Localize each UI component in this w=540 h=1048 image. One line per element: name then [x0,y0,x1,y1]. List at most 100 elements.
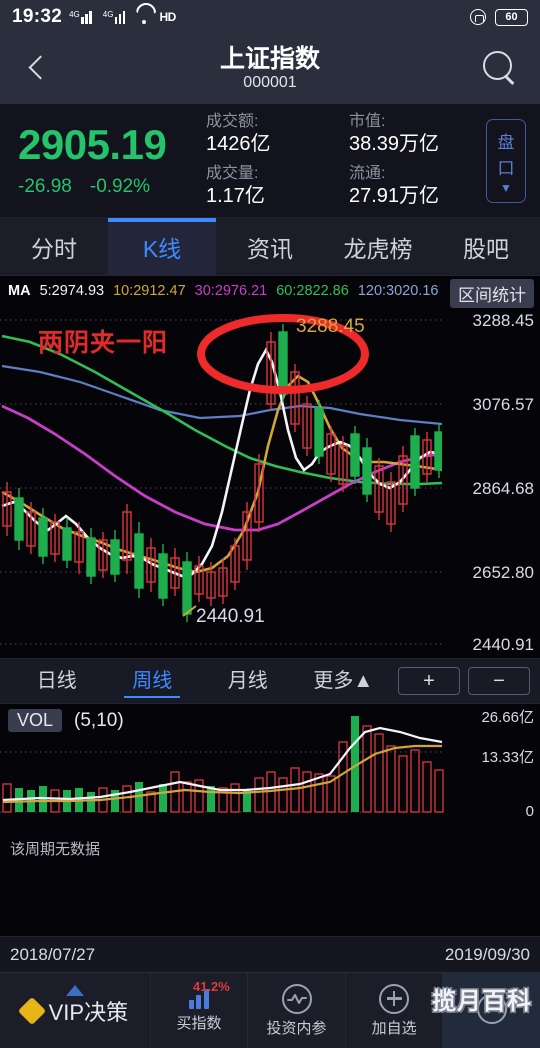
nav-add-watchlist[interactable]: 加自选 [346,973,444,1048]
status-right: 60 [470,8,528,26]
tab-zixun[interactable]: 资讯 [216,218,324,275]
ma60-legend: 60:2822.86 [276,283,349,299]
change-value: -26.98 [18,176,72,198]
volume-header: VOL (5,10) [8,709,124,732]
pankou-button[interactable]: 盘 口 ▼ [486,118,526,203]
wifi-icon [136,11,152,24]
stat-label: 成交量: [206,165,259,182]
nav-label: VIP决策 [48,999,129,1025]
nav-buy-index[interactable]: 41.2% 买指数 [151,973,249,1048]
volume-panel[interactable]: VOL (5,10) 26.66亿 13.33亿 0 [0,704,540,824]
app-header: 上证指数 000001 [0,34,540,104]
nav-vip-decision[interactable]: VIP决策 [0,973,151,1048]
search-icon[interactable] [480,49,520,89]
stat-value: 38.39万亿 [349,133,440,155]
status-bar: 19:32 4G 4G HD 60 [0,0,540,34]
hd-icon: HD [159,10,176,24]
tab-label: 龙虎榜 [343,235,413,262]
ma30-legend: 30:2976.21 [194,283,268,299]
date-range-start: 2018/07/27 [10,944,96,964]
last-price: 2905.19 [18,120,167,168]
period-selector: 日线 周线 月线 更多▲ + − [0,658,540,704]
chart-high-label: 3288.45 [296,316,365,337]
page-title: 上证指数 000001 [0,45,540,92]
tab-label: K线 [142,235,182,262]
quote-panel: 2905.19 -26.98 -0.92% 成交额: 1426亿 成交量: 1.… [0,104,540,218]
period-label: 更多▲ [313,670,374,692]
signal-network-label: 4G [102,9,114,19]
index-name: 上证指数 [219,45,320,74]
stat-value: 1426亿 [206,133,271,155]
tab-label: 资讯 [247,235,293,262]
diamond-icon [17,996,46,1025]
ma-legend: MA 5:2974.93 10:2912.47 30:2976.21 60:28… [0,276,540,308]
stat-market-cap: 市值: 38.39万亿 [349,112,482,157]
period-more[interactable]: 更多▲ [297,659,391,703]
period-label: 月线 [227,670,268,692]
plus-circle-icon [379,983,410,1014]
zoom-out-button[interactable]: − [468,667,530,695]
status-left: 19:32 4G 4G HD [12,6,176,28]
quote-stats-col-2: 市值: 38.39万亿 流通: 27.91万亿 [349,112,482,209]
ma120-legend: 120:3020.16 [357,283,439,299]
stat-label: 市值: [349,113,386,130]
stat-float-cap: 流通: 27.91万亿 [349,164,482,209]
period-label: 日线 [36,670,77,692]
chart-low-label: 2440.91 [196,606,265,627]
nav-label: 买指数 [176,1014,222,1032]
date-range-end: 2019/09/30 [444,944,530,964]
lock-icon [470,9,486,25]
period-daily[interactable]: 日线 [10,659,104,703]
price-block: 2905.19 -26.98 -0.92% [18,120,206,198]
period-monthly[interactable]: 月线 [201,659,295,703]
quote-stats: 成交额: 1426亿 成交量: 1.17亿 市值: 38.39万亿 流通: 27… [206,112,482,209]
vol-indicator-badge[interactable]: VOL [8,709,63,732]
signal-icon: 4G [102,9,130,24]
range-stats-button[interactable]: 区间统计 [450,279,534,308]
change-percent: -0.92% [89,176,151,198]
index-code: 000001 [243,74,297,92]
period-weekly[interactable]: 周线 [106,659,200,703]
battery-icon: 60 [495,8,528,26]
pattern-annotation: 两阴夹一阳 [38,329,169,357]
ma10-legend: 10:2912.47 [113,283,186,299]
up-triangle-icon [65,985,84,996]
pulse-glyph [286,993,307,1004]
pankou-label-1: 盘 [497,132,515,152]
candlestick-panel[interactable]: 两阴夹一阳 3288.45 2440.91 3288.45 3076.57 28… [0,306,540,658]
pulse-circle-icon [281,983,312,1014]
back-chevron-icon[interactable] [20,52,54,86]
tab-label: 分时 [31,235,77,262]
chevron-down-icon: ▼ [500,180,512,195]
stat-value: 1.17亿 [206,185,265,207]
ma5-legend: 5:2974.93 [39,283,105,299]
signal-icon: 4G [69,9,96,24]
zoom-in-button[interactable]: + [398,667,460,695]
nav-investment-info[interactable]: 投资内参 [248,973,346,1048]
vol-params: (5,10) [74,709,124,731]
bottom-nav: VIP决策 41.2% 买指数 投资内参 加自选 [0,972,540,1048]
ma-prefix: MA [8,283,31,299]
date-range-row: 2018/07/27 2019/09/30 [0,936,540,972]
extra-indicator-panel: 该周期无数据 [0,824,540,1012]
change-block: -26.98 -0.92% [18,176,206,198]
signal-network-label: 4G [69,9,80,19]
kline-chart-area: MA 5:2974.93 10:2912.47 30:2976.21 60:28… [0,276,540,658]
stat-label: 流通: [349,165,386,182]
no-data-text: 该周期无数据 [10,841,101,858]
stat-value: 27.91万亿 [349,185,440,207]
main-tabs: 分时 K线 资讯 龙虎榜 股吧 [0,218,540,276]
tab-label: 股吧 [463,235,509,262]
stat-turnover: 成交额: 1426亿 [206,112,339,157]
quote-stats-col-1: 成交额: 1426亿 成交量: 1.17亿 [206,112,339,209]
stat-label: 成交额: [206,113,259,130]
pankou-label-2: 口 [497,158,515,178]
status-time: 19:32 [12,6,63,27]
tab-fenshi[interactable]: 分时 [0,218,108,275]
tab-longhubang[interactable]: 龙虎榜 [324,218,432,275]
nav-badge: 41.2% [192,979,230,994]
stat-volume: 成交量: 1.17亿 [206,164,339,209]
tab-guba[interactable]: 股吧 [432,218,540,275]
tab-kline[interactable]: K线 [108,218,216,275]
nav-more[interactable] [443,973,540,1048]
